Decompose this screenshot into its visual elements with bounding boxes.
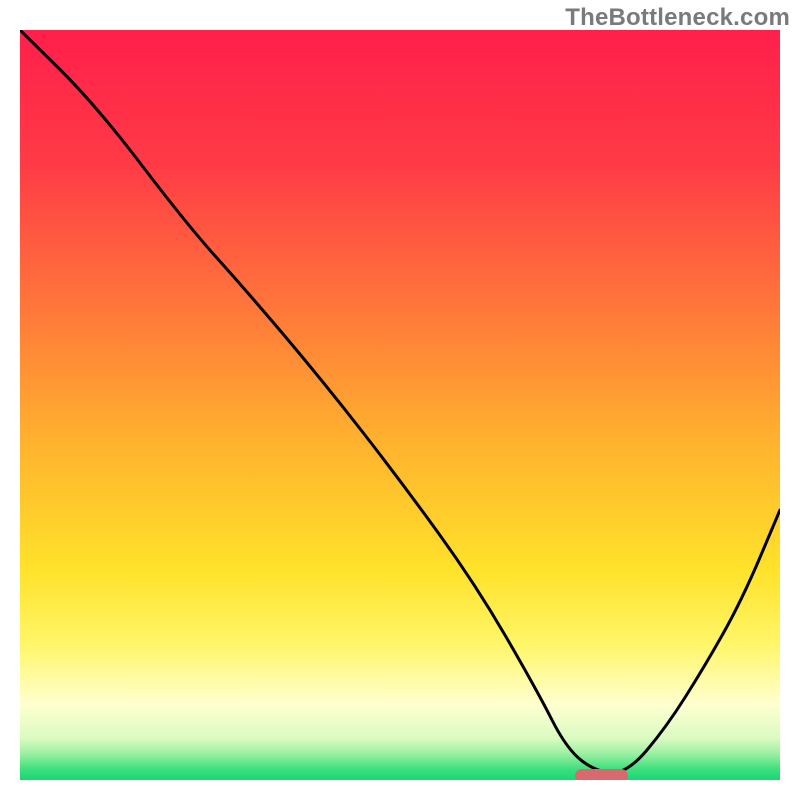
watermark-text: TheBottleneck.com	[565, 4, 790, 32]
chart-stage: TheBottleneck.com	[0, 0, 800, 800]
plot-area	[20, 30, 780, 780]
bottleneck-curve	[20, 30, 780, 780]
optimal-marker	[575, 769, 628, 780]
